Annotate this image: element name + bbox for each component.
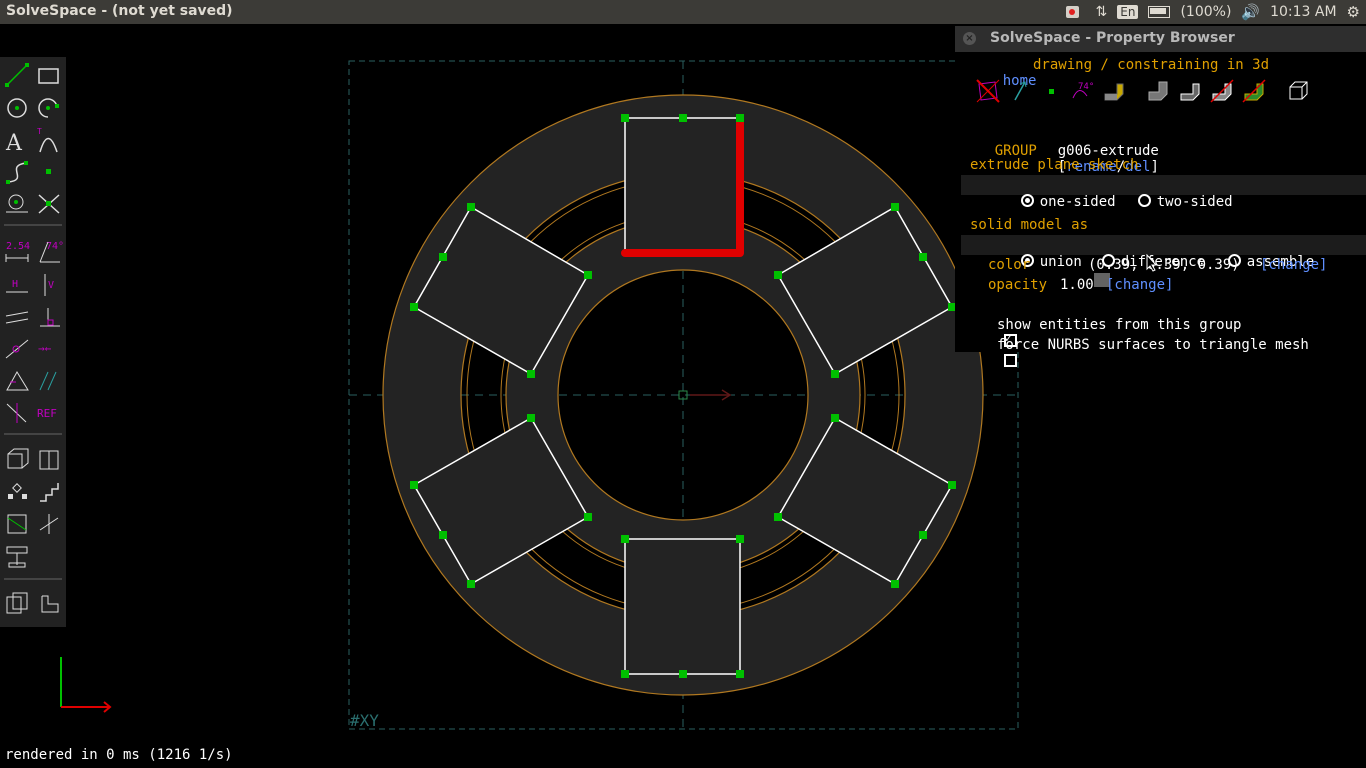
one-sided-radio[interactable] xyxy=(1020,194,1034,207)
svg-text:H: H xyxy=(12,279,18,290)
show-edges-icon[interactable] xyxy=(1177,78,1203,104)
show-points-icon[interactable] xyxy=(1039,78,1065,104)
mouse-pointer-icon xyxy=(1146,254,1158,272)
svg-text:T: T xyxy=(37,127,42,136)
battery-icon[interactable] xyxy=(1148,6,1171,18)
text-tool-icon[interactable]: A xyxy=(5,131,23,156)
show-mesh-icon[interactable] xyxy=(1209,78,1235,104)
show-shaded-faces-icon[interactable] xyxy=(1101,78,1127,104)
extrude-icon[interactable] xyxy=(7,514,27,534)
battery-percent: (100%) xyxy=(1180,4,1232,20)
gear-icon[interactable]: ⚙ xyxy=(1347,3,1360,21)
other-supplementary-icon[interactable] xyxy=(6,403,27,423)
color-label: color xyxy=(988,257,1031,273)
change-opacity-link[interactable]: [change] xyxy=(1106,277,1173,293)
cubic-spline-tool-icon[interactable] xyxy=(6,161,28,184)
arc-tool-icon[interactable] xyxy=(38,98,59,118)
split-curves-tool-icon[interactable] xyxy=(38,194,60,214)
line-tool-icon[interactable] xyxy=(5,63,29,87)
equal-constraint-icon[interactable] xyxy=(6,371,29,391)
reference-toggle[interactable]: REF xyxy=(37,407,57,420)
opacity-label: opacity xyxy=(988,277,1048,293)
rect-bottom[interactable] xyxy=(624,538,741,675)
change-color-link[interactable]: [change] xyxy=(1260,257,1327,273)
force-nurbs-label: force NURBS surfaces to triangle mesh xyxy=(997,337,1309,353)
breadcrumb-path: drawing / constraining in 3d xyxy=(1033,57,1270,73)
top-panel: SolveSpace - (not yet saved) ⇅ En (100%)… xyxy=(0,0,1366,24)
same-orientation-icon[interactable] xyxy=(39,371,57,391)
workplane-label: #XY xyxy=(350,711,379,730)
assemble-icon[interactable] xyxy=(41,595,59,613)
property-browser-window: × SolveSpace - Property Browser home dra… xyxy=(955,26,1366,367)
rect-top[interactable] xyxy=(624,117,741,254)
sketch-in-workplane-icon[interactable] xyxy=(6,592,28,614)
screen-recorder-icon[interactable] xyxy=(1065,5,1086,19)
distance-dimension-tool-icon[interactable]: 2.54 xyxy=(5,241,30,262)
svg-text:V: V xyxy=(48,280,54,291)
property-browser-title: SolveSpace - Property Browser xyxy=(990,30,1235,46)
system-tray: ⇅ En (100%) 🔊 10:13 AM ⚙ xyxy=(1065,3,1360,21)
show-solid-model-icon[interactable] xyxy=(1145,78,1171,104)
point-on-entity-icon[interactable] xyxy=(5,339,29,359)
show-normals-icon[interactable] xyxy=(1007,78,1033,104)
show-entities-label: show entities from this group xyxy=(997,317,1242,333)
hide-constraints-icon[interactable] xyxy=(975,78,1001,104)
clock[interactable]: 10:13 AM xyxy=(1270,4,1336,20)
nearest-iso-view-icon[interactable] xyxy=(7,448,29,469)
force-nurbs-checkbox[interactable] xyxy=(1003,354,1017,367)
two-sided-option[interactable]: two-sided xyxy=(1104,177,1233,226)
show-outlines-icon[interactable] xyxy=(1241,78,1267,104)
step-translating-icon[interactable] xyxy=(40,483,59,502)
tool-palette: A T 2.54 74° H V →← REF xyxy=(0,57,66,627)
tangent-arc-tool-icon[interactable]: T xyxy=(37,127,58,153)
network-icon[interactable]: ⇅ xyxy=(1096,4,1108,20)
volume-icon[interactable]: 🔊 xyxy=(1241,3,1260,21)
show-constraints-icon[interactable]: 74° xyxy=(1069,78,1095,104)
two-sided-label: two-sided xyxy=(1156,194,1233,210)
perspective-icon[interactable] xyxy=(1285,78,1311,104)
axis-indicator xyxy=(60,657,112,713)
window-title: SolveSpace - (not yet saved) xyxy=(6,3,233,19)
symmetric-constraint-icon[interactable]: →← xyxy=(38,342,52,355)
vertical-constraint-icon[interactable]: V xyxy=(44,274,54,296)
datum-point-tool-icon[interactable] xyxy=(46,169,51,174)
color-value: (0.39, 0.39, 0.39) xyxy=(1088,257,1240,273)
origin-marker[interactable] xyxy=(678,389,732,401)
horizontal-constraint-icon[interactable]: H xyxy=(6,279,28,293)
status-bar: rendered in 0 ms (1216 1/s) xyxy=(5,747,233,763)
property-browser-titlebar[interactable]: × SolveSpace - Property Browser xyxy=(955,26,1366,52)
extrude-heading: extrude plane sketch xyxy=(970,157,1139,173)
nearest-ortho-view-icon[interactable] xyxy=(39,450,59,470)
angle-dimension-tool-icon[interactable]: 74° xyxy=(39,241,64,263)
opacity-value: 1.00 xyxy=(1060,277,1094,293)
sketch-in-3d-icon[interactable] xyxy=(39,514,59,534)
perpendicular-constraint-icon[interactable] xyxy=(40,308,60,327)
svg-text:2.54: 2.54 xyxy=(6,241,30,252)
solid-model-heading: solid model as xyxy=(970,217,1089,233)
rectangle-tool-icon[interactable] xyxy=(38,68,59,84)
svg-text:→←: →← xyxy=(38,342,52,355)
workplane-tool-icon[interactable] xyxy=(6,194,28,213)
close-icon[interactable]: × xyxy=(963,32,976,45)
parallel-constraint-icon[interactable] xyxy=(5,311,29,324)
revolve-icon[interactable] xyxy=(6,546,28,568)
step-rotating-icon[interactable] xyxy=(8,483,27,499)
keyboard-layout-indicator[interactable]: En xyxy=(1117,5,1139,19)
two-sided-radio[interactable] xyxy=(1137,194,1151,207)
circle-tool-icon[interactable] xyxy=(7,98,27,118)
svg-text:74°: 74° xyxy=(46,241,64,252)
